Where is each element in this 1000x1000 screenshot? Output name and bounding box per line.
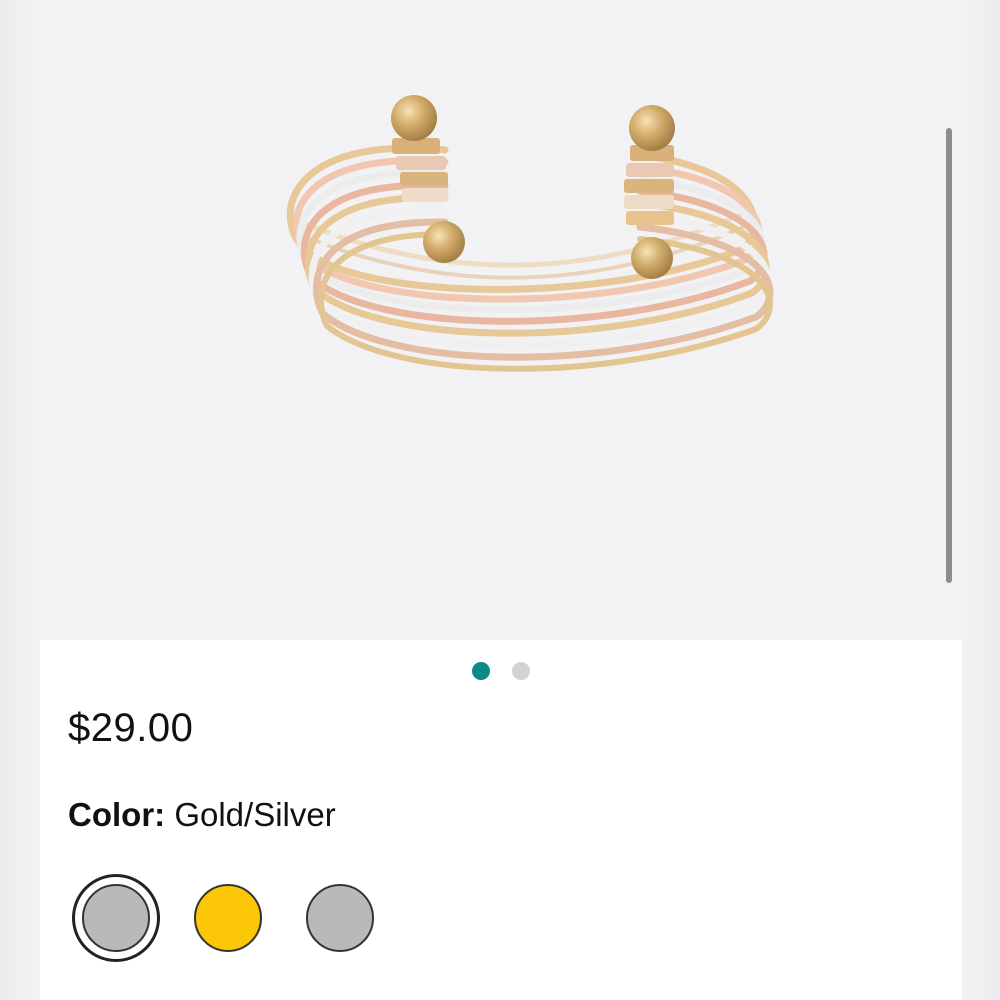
color-value: Gold/Silver [174,796,336,833]
color-swatch-2[interactable] [194,884,262,952]
color-swatch-3[interactable] [306,884,374,952]
pagination-dot-1[interactable] [472,662,490,680]
color-swatch-1[interactable] [82,884,150,952]
bracelet-image [286,95,774,372]
gallery-pagination [40,662,962,680]
color-swatch-3-wrapper[interactable] [296,874,384,962]
color-label: Color: [68,796,166,833]
color-swatch-2-wrapper[interactable] [184,874,272,962]
product-price: $29.00 [68,706,194,750]
color-swatch-1-wrapper[interactable] [72,874,160,962]
right-edge [962,0,1000,1000]
pagination-dot-2[interactable] [512,662,530,680]
product-details-card: $29.00 Color: Gold/Silver [40,640,962,1000]
product-page: $29.00 Color: Gold/Silver [0,0,1000,1000]
color-swatch-list [72,874,384,962]
scrollbar-thumb[interactable] [946,128,952,583]
product-image-gallery[interactable] [40,0,962,640]
left-edge [0,0,40,1000]
color-selection-text: Color: Gold/Silver [68,796,336,834]
